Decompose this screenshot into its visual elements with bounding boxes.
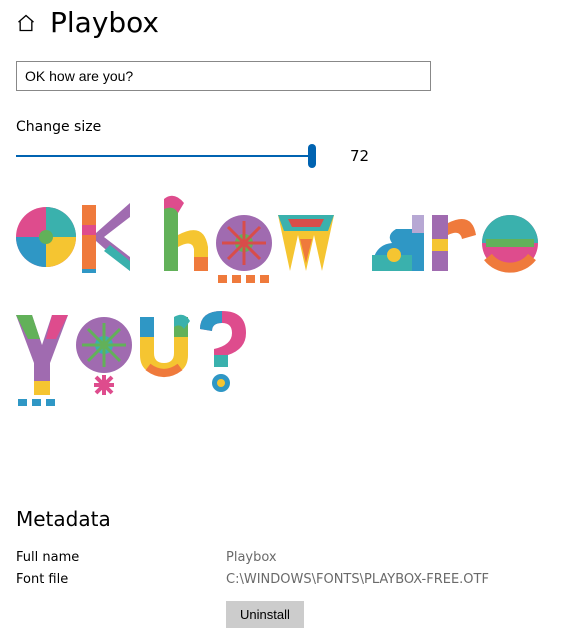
metadata-heading: Metadata (16, 507, 551, 531)
sample-text-input[interactable] (16, 61, 431, 91)
size-slider[interactable] (16, 155, 316, 157)
size-label: Change size (16, 119, 551, 135)
home-icon[interactable] (16, 13, 36, 33)
meta-fontfile-value: C:\WINDOWS\FONTS\PLAYBOX-FREE.OTF (226, 569, 489, 591)
font-preview (16, 195, 551, 445)
meta-fontfile-label: Font file (16, 569, 226, 591)
meta-fullname-label: Full name (16, 547, 226, 569)
page-title: Playbox (50, 6, 159, 39)
meta-fullname-value: Playbox (226, 547, 277, 569)
uninstall-button[interactable]: Uninstall (226, 601, 304, 628)
size-value: 72 (350, 147, 369, 165)
